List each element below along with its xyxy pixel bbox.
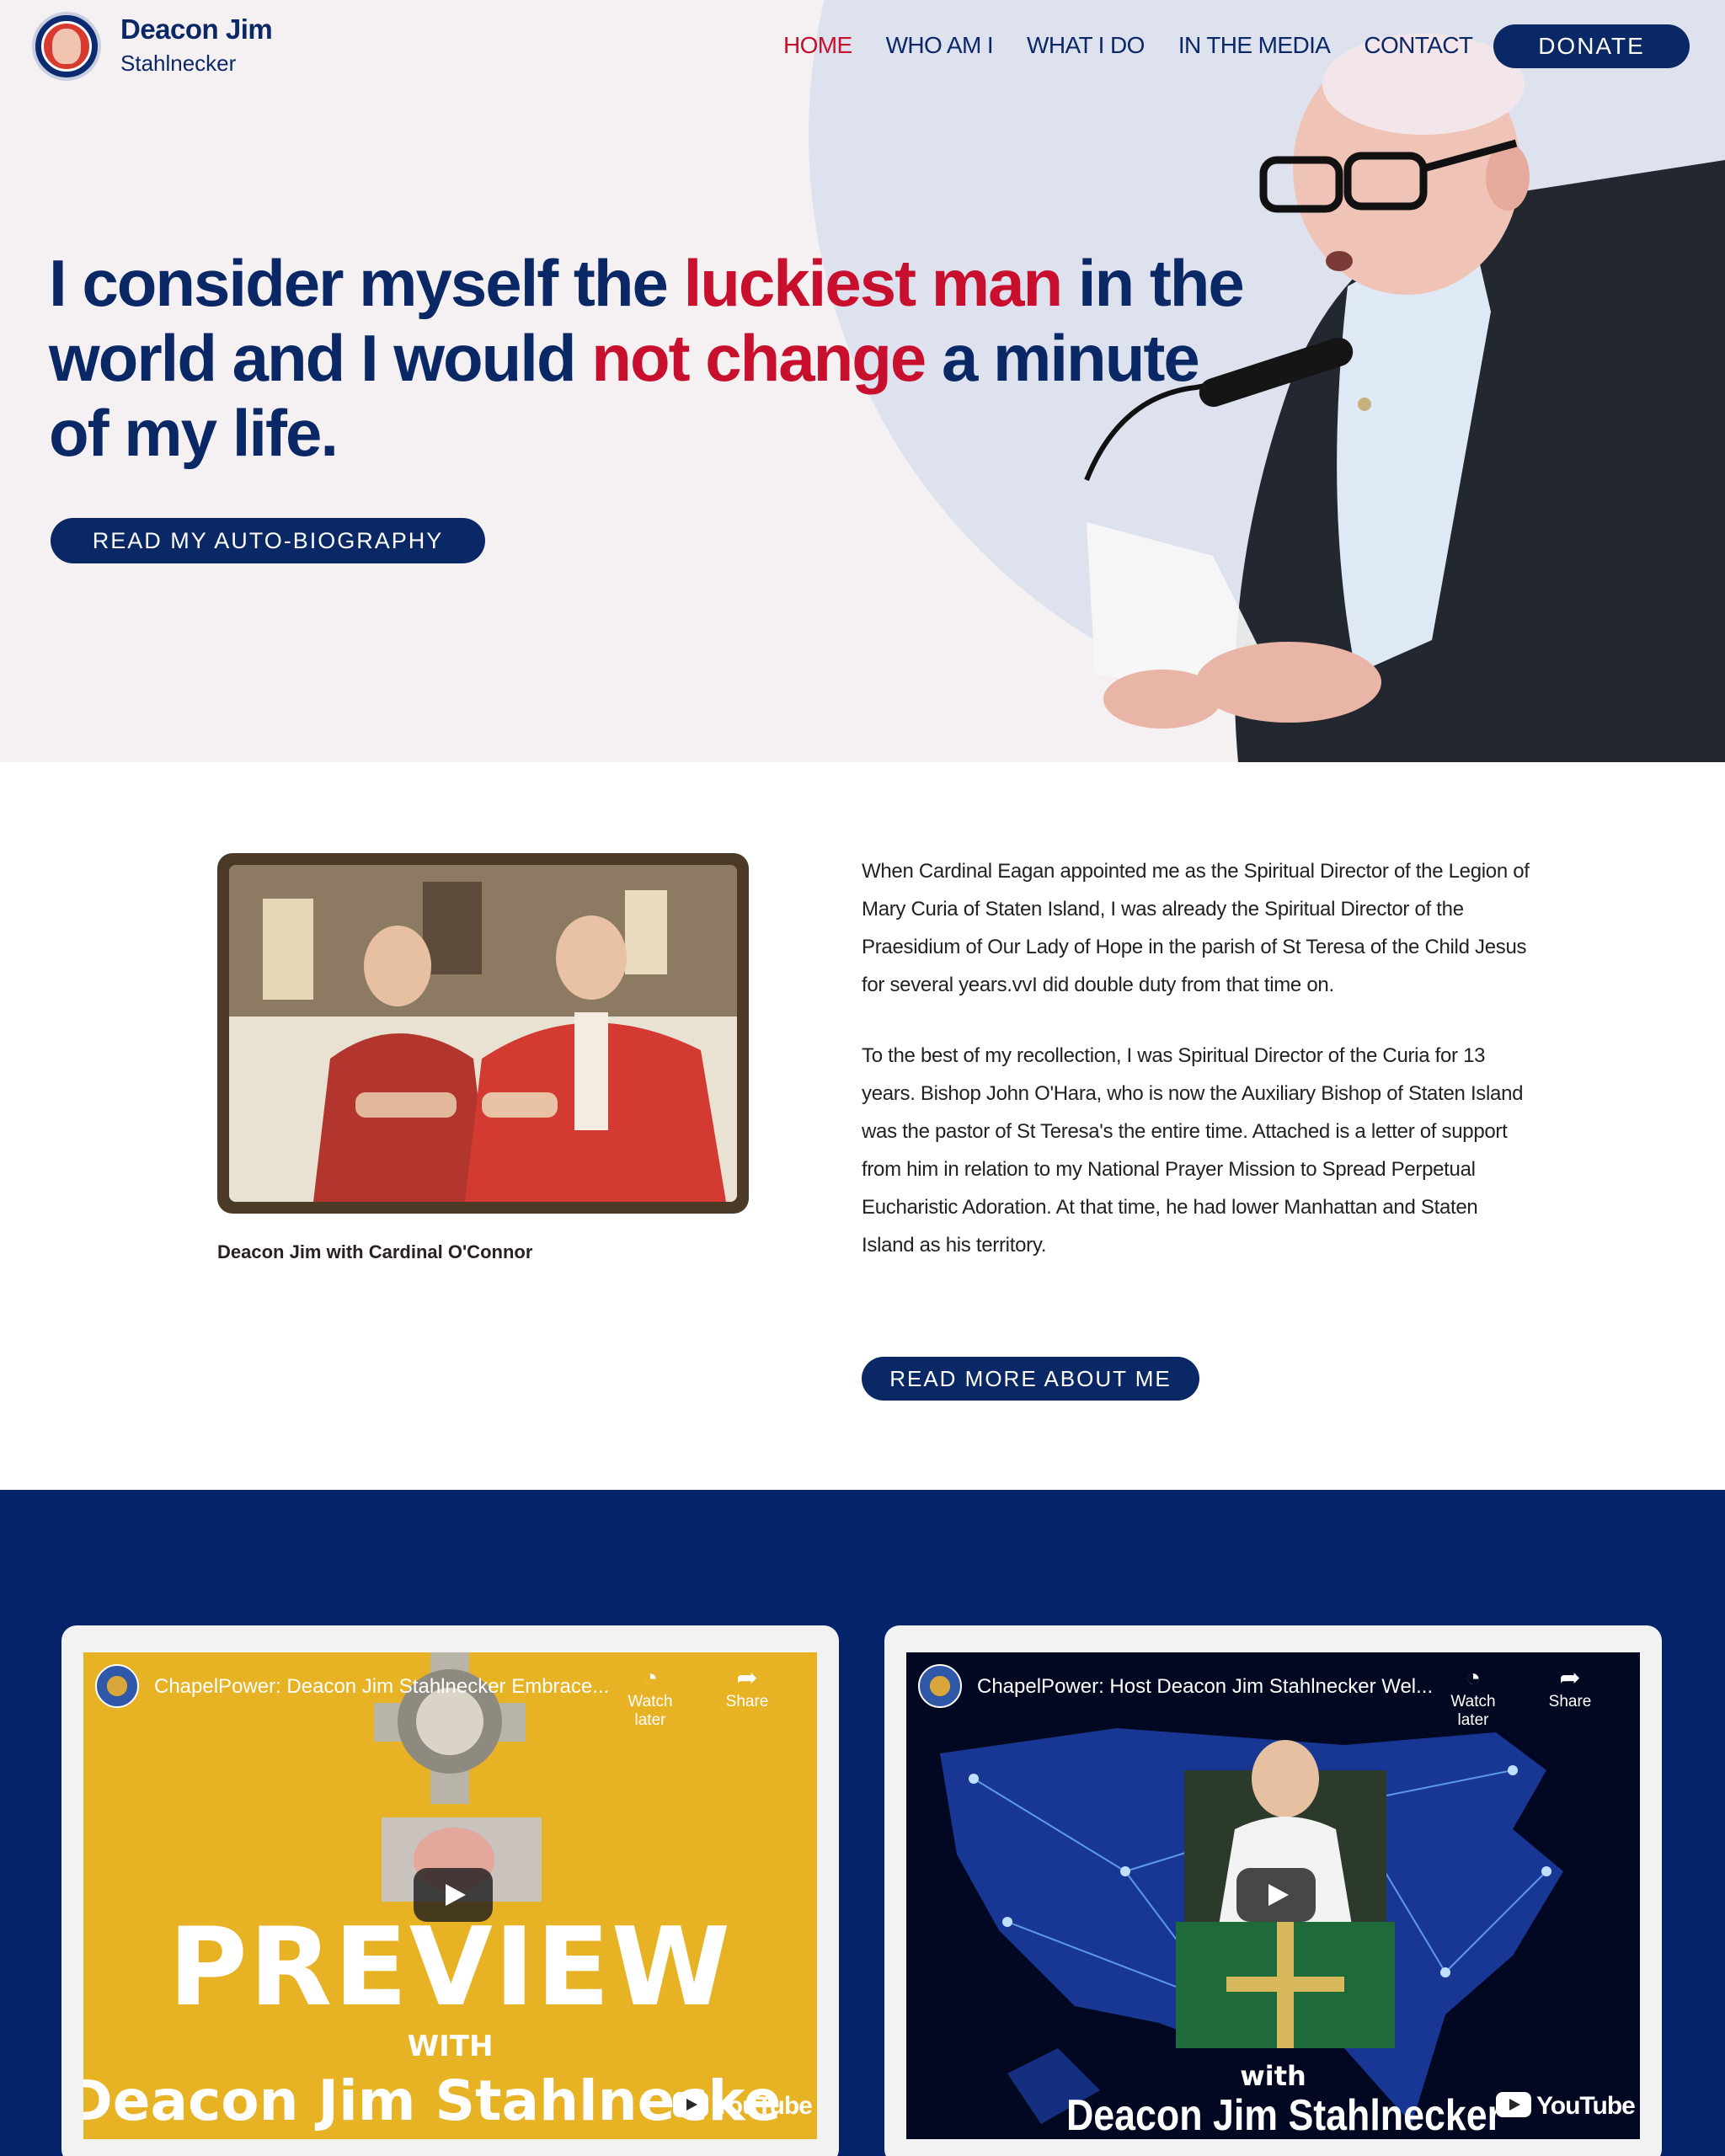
channel-avatar-icon[interactable]: [95, 1664, 139, 1708]
video-2-title[interactable]: ChapelPower: Host Deacon Jim Stahlnecker…: [977, 1675, 1433, 1699]
nav-contact[interactable]: CONTACT: [1364, 32, 1473, 59]
video-1-title[interactable]: ChapelPower: Deacon Jim Stahlnecker Embr…: [154, 1675, 609, 1699]
nav-who-am-i[interactable]: WHO AM I: [886, 32, 994, 59]
play-icon[interactable]: [1236, 1868, 1316, 1922]
headline-highlight-1: luckiest man: [683, 246, 1064, 320]
about-photo-frame: [217, 853, 749, 1214]
hero-headline: I consider myself the luckiest man in th…: [49, 246, 1245, 471]
nav-home[interactable]: HOME: [783, 32, 852, 59]
play-icon[interactable]: [414, 1868, 493, 1922]
share-button[interactable]: ➦ Share: [1536, 1664, 1604, 1711]
about-text: When Cardinal Eagan appointed me as the …: [862, 852, 1535, 1297]
youtube-logo-icon[interactable]: YouTube: [1496, 2092, 1636, 2121]
youtube-play-badge-icon: [1496, 2092, 1531, 2117]
video-2-overlay-name: Deacon Jim Stahlnecker: [1066, 2091, 1502, 2139]
watch-later-button[interactable]: ◔ Watch later: [1439, 1664, 1507, 1730]
headline-highlight-2: not change: [591, 321, 927, 395]
about-paragraph-1: When Cardinal Eagan appointed me as the …: [862, 860, 1530, 996]
share-arrow-icon: ➦: [736, 1664, 758, 1692]
share-label: Share: [725, 1693, 769, 1710]
logo-face-icon: [52, 29, 81, 64]
about-paragraph-2: To the best of my recollection, I was Sp…: [862, 1044, 1524, 1257]
main-nav: HOME WHO AM I WHAT I DO IN THE MEDIA CON…: [783, 32, 1506, 59]
share-label: Share: [1548, 1693, 1592, 1710]
read-autobiography-button[interactable]: READ MY AUTO-BIOGRAPHY: [51, 518, 485, 563]
watch-later-label: Watch later: [628, 1693, 673, 1729]
watch-later-clock-icon: ◔: [1465, 1664, 1482, 1692]
channel-avatar-icon[interactable]: [918, 1664, 962, 1708]
video-1-overlay-preview: PREVIEW: [168, 1905, 733, 2031]
youtube-label: YouTube: [1536, 2092, 1636, 2120]
logo-emblem[interactable]: [32, 12, 101, 81]
youtube-label: YouTube: [713, 2092, 813, 2120]
share-button[interactable]: ➦ Share: [713, 1664, 781, 1711]
watch-later-clock-icon: ◔: [642, 1664, 659, 1692]
hero-section: Deacon Jim Stahlnecker HOME WHO AM I WHA…: [0, 0, 1725, 762]
video-1-overlay-with: WITH: [407, 2030, 494, 2063]
watch-later-button[interactable]: ◔ Watch later: [617, 1664, 684, 1730]
video-embed-2[interactable]: ChapelPower: Host Deacon Jim Stahlnecker…: [906, 1652, 1640, 2139]
video-card-2: ChapelPower: Host Deacon Jim Stahlnecker…: [884, 1625, 1662, 2156]
read-more-about-me-button[interactable]: READ MORE ABOUT ME: [862, 1357, 1199, 1401]
headline-part-1: I consider myself the: [49, 246, 684, 320]
youtube-logo-icon[interactable]: YouTube: [673, 2092, 813, 2121]
brand-subtitle: Stahlnecker: [120, 51, 237, 76]
donate-button[interactable]: DONATE: [1493, 24, 1690, 68]
photo-caption: Deacon Jim with Cardinal O'Connor: [217, 1241, 533, 1262]
share-arrow-icon: ➦: [1559, 1664, 1581, 1692]
nav-what-i-do[interactable]: WHAT I DO: [1027, 32, 1145, 59]
video-card-1: ChapelPower: Deacon Jim Stahlnecker Embr…: [61, 1625, 839, 2156]
watch-later-label: Watch later: [1450, 1693, 1496, 1729]
video-2-overlay-with: with: [1240, 2060, 1306, 2092]
youtube-play-badge-icon: [673, 2092, 708, 2117]
brand-name[interactable]: Deacon Jim: [120, 13, 273, 45]
video-embed-1[interactable]: ChapelPower: Deacon Jim Stahlnecker Embr…: [83, 1652, 817, 2139]
nav-in-the-media[interactable]: IN THE MEDIA: [1178, 32, 1331, 59]
deacon-with-cardinal-photo: [229, 865, 737, 1202]
